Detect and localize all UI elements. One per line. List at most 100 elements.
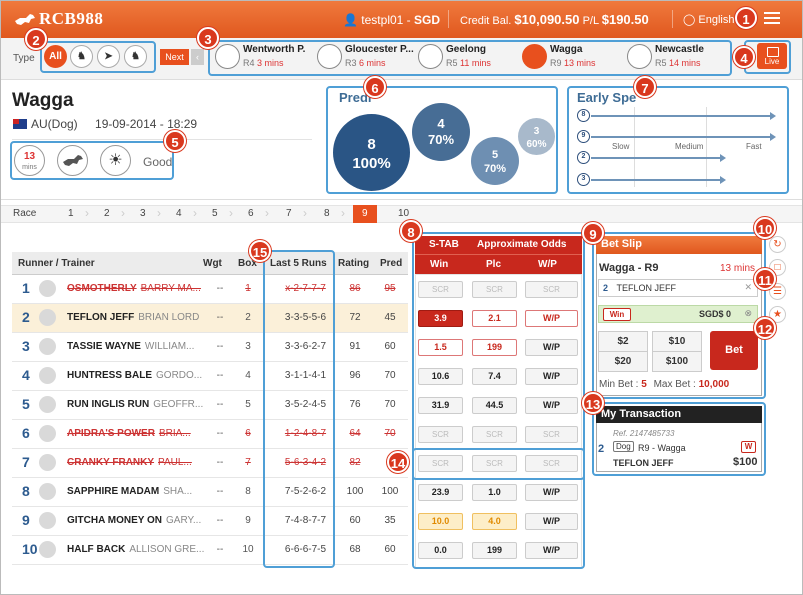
- callout-number: 13: [585, 397, 601, 412]
- runner-box: 7: [245, 457, 251, 468]
- horse-name: TEFLON JEFF: [67, 312, 135, 323]
- venue-country: AU(Dog): [31, 117, 78, 131]
- runner-name[interactable]: TASSIE WAYNE WILLIAM...: [67, 341, 194, 352]
- table-row[interactable]: 7 CRANKY FRANKY PAUL... -- 7 5-6-3-4-2 82: [12, 449, 408, 478]
- callout-number: 9: [589, 227, 597, 242]
- runner-avatar-icon: [39, 425, 56, 442]
- venue-title: Wagga: [12, 90, 74, 111]
- callout-number: 4: [740, 51, 748, 66]
- trainer-name: GARY...: [166, 515, 202, 526]
- horse-name: SAPPHIRE MADAM: [67, 486, 160, 497]
- chevron-right-icon: ›: [85, 206, 89, 220]
- prev-arrow-icon[interactable]: ‹: [191, 49, 204, 65]
- race-number-4[interactable]: 4: [176, 208, 182, 219]
- runner-name[interactable]: TEFLON JEFF BRIAN LORD: [67, 312, 199, 323]
- language-selector[interactable]: ◯ English: [683, 13, 734, 26]
- runner-number: 8: [22, 483, 30, 499]
- race-number-10[interactable]: 10: [398, 208, 409, 219]
- race-number-2[interactable]: 2: [104, 208, 110, 219]
- runner-number: 5: [22, 396, 30, 412]
- runner-name[interactable]: HUNTRESS BALE GORDO...: [67, 370, 202, 381]
- language-label: English: [698, 14, 735, 26]
- runner-rating: 91: [349, 341, 361, 352]
- chevron-right-icon: ›: [193, 206, 197, 220]
- callout-11: 11: [754, 268, 776, 290]
- runner-number: 2: [22, 309, 30, 325]
- race-number-8[interactable]: 8: [324, 208, 330, 219]
- brand-logo[interactable]: RCB988: [14, 9, 103, 29]
- horse-name: HALF BACK: [67, 544, 126, 555]
- runner-avatar-icon: [39, 338, 56, 355]
- race-number-6[interactable]: 6: [248, 208, 254, 219]
- race-number-1[interactable]: 1: [68, 208, 74, 219]
- table-row[interactable]: 3 TASSIE WAYNE WILLIAM... -- 3 3-3-6-2-7 91 60: [12, 333, 408, 362]
- table-row[interactable]: 5 RUN INGLIS RUN GEOFFR... -- 5 3-5-2-4-5 76 70: [12, 391, 408, 420]
- runner-number: 3: [22, 338, 30, 354]
- type-label: Type: [13, 53, 35, 64]
- race-number-label: Race: [13, 208, 37, 219]
- runner-number: 10: [22, 541, 38, 557]
- callout-number: 2: [32, 33, 40, 48]
- race-date: 19-09-2014 - 18:29: [95, 117, 198, 131]
- runner-name[interactable]: HALF BACK ALLISON GRE...: [67, 544, 204, 555]
- runner-rating: 72: [349, 312, 361, 323]
- callout-number: 14: [390, 456, 406, 471]
- table-row[interactable]: 8 SAPPHIRE MADAM SHA... -- 8 7-5-2-6-2 100 100: [12, 478, 408, 507]
- runner-box: 1: [245, 283, 251, 294]
- callout-4: 4: [733, 46, 755, 68]
- highlight-race-tabs: [208, 40, 732, 76]
- highlight-transaction: [592, 402, 766, 476]
- race-number-3[interactable]: 3: [140, 208, 146, 219]
- runner-name[interactable]: GITCHA MONEY ON GARY...: [67, 515, 201, 526]
- table-row[interactable]: 6 APIDRA'S POWER BRIA... -- 6 1-2-4-8-7 64 70: [12, 420, 408, 449]
- runner-avatar-icon: [39, 396, 56, 413]
- next-label: Next: [165, 52, 184, 62]
- table-row[interactable]: 10 HALF BACK ALLISON GRE... -- 10 6-6-6-7-5 68…: [12, 536, 408, 565]
- table-row[interactable]: 4 HUNTRESS BALE GORDO... -- 4 3-1-1-4-1 96 70: [12, 362, 408, 391]
- next-button[interactable]: Next: [160, 49, 189, 65]
- divider: [12, 139, 312, 140]
- runner-wgt: --: [216, 457, 224, 468]
- runner-box: 5: [245, 399, 251, 410]
- runner-avatar-icon: [39, 483, 56, 500]
- table-row[interactable]: 1 OSMOTHERLY BARRY MA... -- 1 x-2-7-7-7 86 95: [12, 275, 408, 304]
- callout-7: 7: [634, 76, 656, 98]
- callout-number: 1: [742, 12, 750, 27]
- highlight-last5: [263, 250, 335, 568]
- runner-name[interactable]: OSMOTHERLY BARRY MA...: [67, 283, 201, 294]
- runner-grid-header: Runner / Trainer Wgt Box Last 5 Runs Rat…: [12, 252, 408, 275]
- prev-glyph: ‹: [196, 52, 199, 62]
- trainer-name: SHA...: [163, 486, 193, 497]
- runner-name[interactable]: RUN INGLIS RUN GEOFFR...: [67, 399, 203, 410]
- australia-flag-icon: [13, 119, 27, 129]
- menu-icon[interactable]: [764, 12, 780, 25]
- horse-name: HUNTRESS BALE: [67, 370, 153, 381]
- race-number-7[interactable]: 7: [286, 208, 292, 219]
- runner-avatar-icon: [39, 512, 56, 529]
- pl-value: $190.50: [601, 12, 649, 27]
- callout-number: 12: [757, 322, 773, 337]
- horse-name: TASSIE WAYNE: [67, 341, 141, 352]
- header-wgt: Wgt: [203, 258, 222, 269]
- header-pred: Pred: [380, 258, 403, 269]
- table-row[interactable]: 2 TEFLON JEFF BRIAN LORD -- 2 3-3-5-5-6 72 45: [12, 304, 408, 333]
- highlight-bet-slip: [592, 232, 766, 399]
- highlight-early-speed: [567, 86, 789, 194]
- runner-name[interactable]: APIDRA'S POWER BRIA...: [67, 428, 191, 439]
- user-info[interactable]: 👤 testpl01 - SGD: [343, 13, 440, 27]
- callout-3: 3: [197, 27, 219, 49]
- chevron-right-icon: ›: [265, 206, 269, 220]
- highlight-scratched: [412, 448, 585, 480]
- callout-number: 5: [171, 135, 179, 150]
- trainer-name: BRIAN LORD: [138, 312, 200, 323]
- table-row[interactable]: 9 GITCHA MONEY ON GARY... -- 9 7-4-8-7-7 60 35: [12, 507, 408, 536]
- runner-name[interactable]: CRANKY FRANKY PAUL...: [67, 457, 192, 468]
- race-number-5[interactable]: 5: [212, 208, 218, 219]
- horse-name: APIDRA'S POWER: [67, 428, 155, 439]
- refresh-icon[interactable]: ↻: [769, 236, 786, 253]
- runner-name[interactable]: SAPPHIRE MADAM SHA...: [67, 486, 192, 497]
- runner-box: 8: [245, 486, 251, 497]
- dog-logo-icon: [15, 14, 35, 25]
- callout-10: 10: [754, 217, 776, 239]
- race-number-9[interactable]: 9: [353, 205, 377, 223]
